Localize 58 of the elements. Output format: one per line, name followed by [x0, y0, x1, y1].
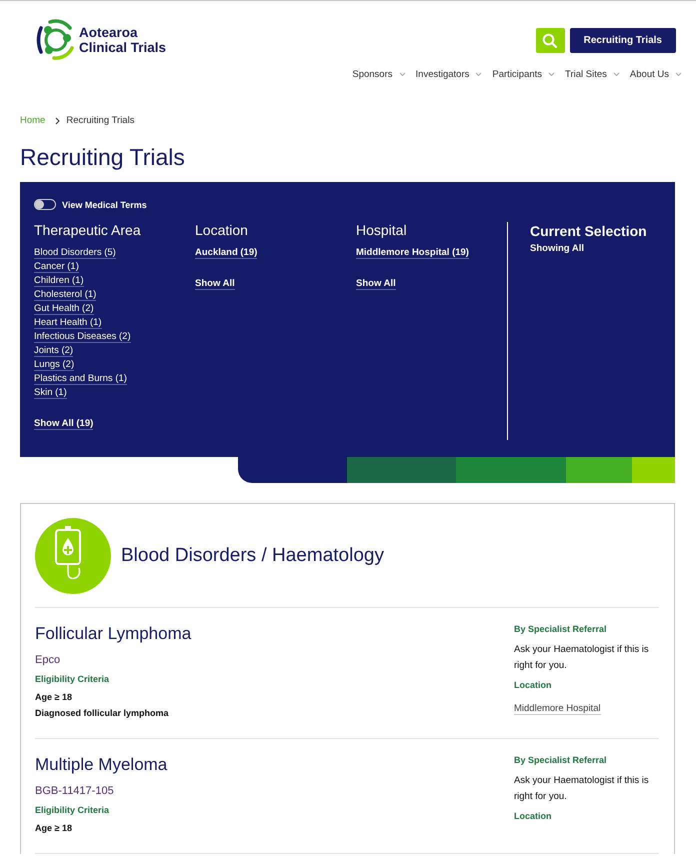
filter-link[interactable]: Children (1)	[34, 275, 84, 287]
filter-link[interactable]: Auckland (19)	[195, 247, 258, 259]
category-title: Blood Disorders / Haematology	[121, 545, 384, 567]
toggle-label: View Medical Terms	[62, 200, 147, 210]
trial-name[interactable]: Follicular Lymphoma	[35, 624, 192, 644]
nav-link[interactable]: Investigators	[416, 69, 470, 80]
search-icon	[542, 32, 558, 48]
nav-link[interactable]: Participants	[492, 69, 542, 80]
filter-link[interactable]: Middlemore Hospital (19)	[356, 247, 469, 259]
nav-link[interactable]: Sponsors	[352, 69, 393, 80]
filter-link[interactable]: Heart Health (1)	[34, 317, 102, 329]
chevron-down-icon	[475, 72, 482, 77]
show-all-link[interactable]: Show All (19)	[34, 418, 94, 430]
location-link[interactable]: Middlemore Hospital	[514, 703, 601, 715]
chevron-right-icon	[55, 116, 60, 124]
chevron-down-icon	[612, 72, 620, 77]
location-heading: Location	[514, 811, 552, 821]
show-all-link[interactable]: Show All	[195, 278, 235, 290]
filter-link[interactable]: Lungs (2)	[34, 359, 74, 371]
nav-link[interactable]: About Us	[630, 69, 669, 80]
toggle-switch[interactable]	[34, 199, 56, 210]
current-selection-heading: Current Selection	[530, 223, 647, 239]
iv-bag-icon	[35, 518, 111, 594]
referral-text: Ask your Haematologist if this is right for you.	[514, 774, 650, 804]
trial-code: Epco	[35, 654, 62, 666]
criteria-item: Age ≥ 18	[35, 692, 73, 702]
filter-heading: Hospital	[356, 222, 408, 238]
filter-link[interactable]: Plastics and Burns (1)	[34, 373, 127, 385]
location-heading: Location	[514, 680, 552, 690]
breadcrumb-current: Recruiting Trials	[66, 115, 134, 126]
filter-link[interactable]: Cancer (1)	[34, 261, 79, 273]
filter-heading: Therapeutic Area	[34, 222, 142, 238]
chevron-down-icon	[548, 72, 556, 77]
current-selection-text: Showing All	[530, 243, 586, 254]
filter-link[interactable]: Cholesterol (1)	[34, 289, 96, 301]
filter-link[interactable]: Infectious Diseases (2)	[34, 331, 131, 343]
criteria-heading: Eligibility Criteria	[35, 674, 110, 684]
chevron-down-icon	[675, 72, 682, 77]
filter-link[interactable]: Gut Health (2)	[34, 303, 94, 315]
referral-text: Ask your Haematologist if this is right for you.	[514, 643, 650, 673]
referral-heading: By Specialist Referral	[514, 755, 608, 765]
recruiting-trials-button[interactable]: Recruiting Trials	[570, 28, 676, 53]
trial-code: BGB-11417-105	[35, 785, 115, 797]
page-title: Recruiting Trials	[20, 144, 186, 171]
filter-heading: Location	[195, 222, 249, 238]
criteria-item: Age ≥ 18	[35, 823, 73, 833]
logo-icon	[34, 18, 76, 62]
chevron-down-icon	[398, 72, 406, 77]
filter-link[interactable]: Blood Disorders (5)	[34, 247, 116, 259]
referral-heading: By Specialist Referral	[514, 624, 608, 634]
nav-link[interactable]: Trial Sites	[565, 69, 607, 80]
show-all-link[interactable]: Show All	[356, 278, 396, 290]
filter-link[interactable]: Skin (1)	[34, 387, 67, 399]
criteria-heading: Eligibility Criteria	[35, 805, 110, 815]
trial-name[interactable]: Multiple Myeloma	[35, 755, 168, 775]
filter-link[interactable]: Joints (2)	[34, 345, 74, 357]
criteria-item: Diagnosed follicular lymphoma	[35, 708, 170, 718]
logo-text[interactable]: Aotearoa Clinical Trials	[79, 25, 166, 55]
